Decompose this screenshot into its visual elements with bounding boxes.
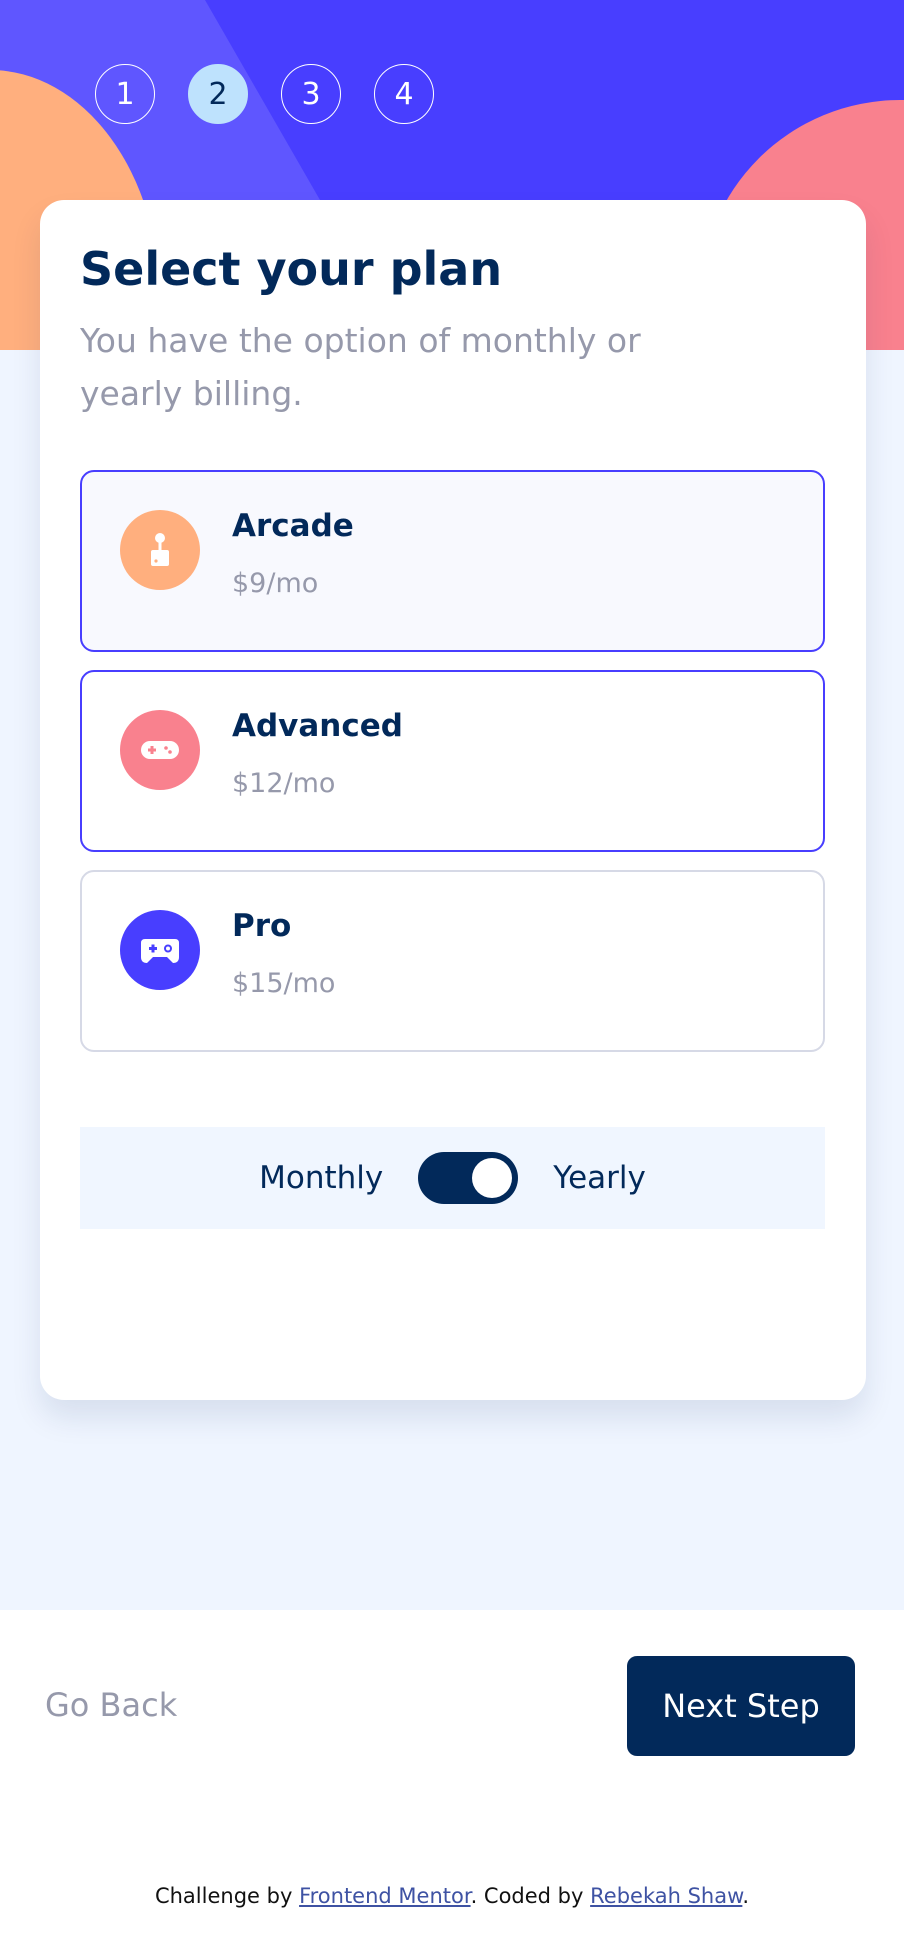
plan-option-advanced[interactable]: Advanced $12/mo [80, 670, 825, 852]
step-4: 4 [374, 64, 434, 124]
next-step-button[interactable]: Next Step [627, 1656, 855, 1756]
plan-price: $9/mo [232, 568, 319, 599]
plan-option-pro[interactable]: Pro $15/mo [80, 870, 825, 1052]
gamepad-icon [120, 710, 200, 790]
plan-name: Pro [232, 908, 292, 944]
plan-price: $15/mo [232, 968, 336, 999]
step-indicator: 1 2 3 4 [95, 64, 434, 124]
go-back-button[interactable]: Go Back [45, 1686, 177, 1724]
controller-icon [120, 910, 200, 990]
plan-price: $12/mo [232, 768, 336, 799]
arcade-joystick-icon [120, 510, 200, 590]
plan-name: Advanced [232, 708, 403, 744]
page-subtitle: You have the option of monthly or yearly… [80, 321, 641, 413]
plan-option-arcade[interactable]: Arcade $9/mo [80, 470, 825, 652]
billing-toggle-switch[interactable] [418, 1152, 519, 1204]
author-link[interactable]: Rebekah Shaw [590, 1884, 742, 1908]
toggle-knob [472, 1158, 513, 1198]
monthly-label: Monthly [259, 1160, 384, 1196]
yearly-label: Yearly [553, 1160, 646, 1196]
footer-prefix: Challenge by [154, 1884, 300, 1908]
billing-toggle-bar: Monthly Yearly [80, 1127, 825, 1229]
footer-middle: . Coded by [470, 1884, 591, 1908]
plan-name: Arcade [232, 508, 354, 544]
footer-suffix: . [742, 1884, 750, 1908]
form-card: Select your plan You have the option of … [40, 200, 866, 1400]
step-2-active: 2 [188, 64, 248, 124]
step-1: 1 [95, 64, 155, 124]
frontend-mentor-link[interactable]: Frontend Mentor [299, 1884, 471, 1908]
attribution-footer: Challenge by Frontend Mentor. Coded by R… [0, 1884, 904, 1908]
step-3: 3 [281, 64, 341, 124]
page-title: Select your plan [80, 242, 503, 296]
